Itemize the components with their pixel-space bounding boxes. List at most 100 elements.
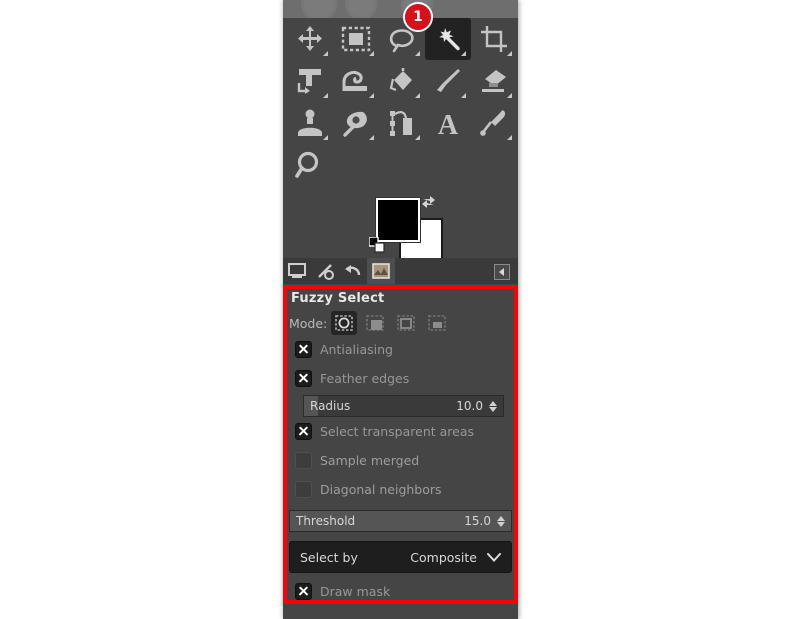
tool-corner-marker [323,93,328,98]
tool-corner-marker [461,51,466,56]
text-tool[interactable]: A [425,102,471,144]
mode-subtract-button[interactable] [393,311,419,335]
thumbnail-blob [301,0,337,18]
radius-spinner-down-icon[interactable] [489,406,497,412]
step-badge-1: 1 [403,2,433,32]
move-tool[interactable] [287,18,333,60]
crop-tool[interactable] [471,18,517,60]
clone-tool[interactable] [287,102,333,144]
threshold-slider-row: Threshold 15.0 [289,510,512,532]
threshold-label: Threshold [296,514,356,528]
tool-corner-marker [507,51,512,56]
paintbrush-tool[interactable] [425,60,471,102]
tool-corner-marker [369,135,374,140]
eraser-tool[interactable] [471,60,517,102]
tool-corner-marker [369,51,374,56]
chevron-left-icon [499,268,504,276]
threshold-slider[interactable]: Threshold 15.0 [289,510,512,532]
select-transparent-areas-checkbox[interactable] [295,423,312,440]
paths-tool[interactable] [379,102,425,144]
warp-transform-tool[interactable] [333,60,379,102]
select-by-value: Composite [410,549,477,565]
mode-add-button[interactable] [362,311,388,335]
radius-spinner[interactable] [487,400,499,412]
zoom-tool[interactable] [287,144,333,186]
sample-merged-checkbox[interactable] [295,452,312,469]
gimp-toolbox-panel: 1 A Fuzzy Select Mode: Antialiasing Feat… [283,0,518,619]
checkbox-row-feather-edges[interactable]: Feather edges [295,364,512,393]
mode-add-icon [366,315,385,331]
tool-options-icon [372,263,390,279]
tool-corner-marker [415,93,420,98]
toolbox-icon-grid: A [283,18,518,185]
checkbox-row-antialiasing[interactable]: Antialiasing [295,335,512,364]
draw-mask-label: Draw mask [320,584,391,599]
diagonal-neighbors-label: Diagonal neighbors [320,482,442,497]
mode-subtract-icon [397,315,416,331]
chevron-down-icon [487,552,501,562]
images-icon [318,264,334,280]
thumbnail-blob [345,0,377,18]
collapse-panel-button[interactable] [494,264,510,280]
svg-text:A: A [438,110,459,137]
dialog-tabs-row [283,258,518,284]
mode-label: Mode: [289,315,328,331]
color-swatch-area [283,185,518,262]
radius-slider[interactable]: Radius 10.0 [303,395,504,417]
threshold-value: 15.0 [464,514,491,528]
select-by-dropdown[interactable]: Select by Composite [289,541,512,573]
radius-spinner-up-icon[interactable] [489,400,497,406]
draw-mask-checkbox[interactable] [295,583,312,600]
reset-colors-icon[interactable] [369,237,385,253]
checkbox-row-select-transparent-areas[interactable]: Select transparent areas [295,417,512,446]
tool-corner-marker [415,51,420,56]
diagonal-neighbors-checkbox[interactable] [295,481,312,498]
tool-options-panel: Fuzzy Select Mode: Antialiasing Feather … [283,285,518,619]
device-status-icon [288,263,306,278]
mode-intersect-button[interactable] [424,311,450,335]
swap-colors-icon[interactable] [420,193,438,211]
checkbox-row-sample-merged[interactable]: Sample merged [295,446,512,475]
bucket-fill-tool[interactable] [379,60,425,102]
badge-number: 1 [413,9,423,25]
tool-corner-marker [369,93,374,98]
threshold-spinner[interactable] [495,515,507,527]
color-picker-tool[interactable] [471,102,517,144]
threshold-spinner-up-icon[interactable] [497,515,505,521]
tool-corner-marker [507,135,512,140]
tool-corner-marker [461,93,466,98]
undo-history-icon [345,265,361,276]
tool-corner-marker [415,135,420,140]
select-by-label: Select by [300,549,358,565]
screenshot-root: 1 A Fuzzy Select Mode: Antialiasing Feat… [0,0,800,619]
threshold-spinner-down-icon[interactable] [497,521,505,527]
tab-device-status[interactable] [283,258,311,284]
antialiasing-checkbox[interactable] [295,341,312,358]
selection-mode-row: Mode: [289,311,512,335]
unified-transform-tool[interactable] [287,60,333,102]
tab-images[interactable] [311,258,339,284]
mode-replace-button[interactable] [331,311,358,335]
select-transparent-areas-label: Select transparent areas [320,424,475,439]
antialiasing-label: Antialiasing [320,342,393,357]
feather-edges-checkbox[interactable] [295,370,312,387]
radius-value: 10.0 [456,399,483,413]
radius-label: Radius [310,399,351,413]
mode-intersect-icon [428,315,447,331]
checkbox-row-diagonal-neighbors[interactable]: Diagonal neighbors [295,475,512,504]
tab-undo-history[interactable] [339,258,367,284]
feather-edges-label: Feather edges [320,371,410,386]
mode-replace-icon [335,315,354,331]
rectangle-select-tool[interactable] [333,18,379,60]
checkbox-row-draw-mask[interactable]: Draw mask [295,577,512,606]
tab-tool-options[interactable] [367,258,395,284]
fuzzy-select-tool[interactable] [425,18,471,60]
tool-corner-marker [507,93,512,98]
sample-merged-label: Sample merged [320,453,420,468]
radius-slider-row: Radius 10.0 [303,395,504,417]
image-thumbnail-strip [283,0,518,18]
foreground-color-swatch[interactable] [376,198,420,242]
tool-corner-marker [323,51,328,56]
tool-options-title: Fuzzy Select [291,291,385,306]
smudge-tool[interactable] [333,102,379,144]
